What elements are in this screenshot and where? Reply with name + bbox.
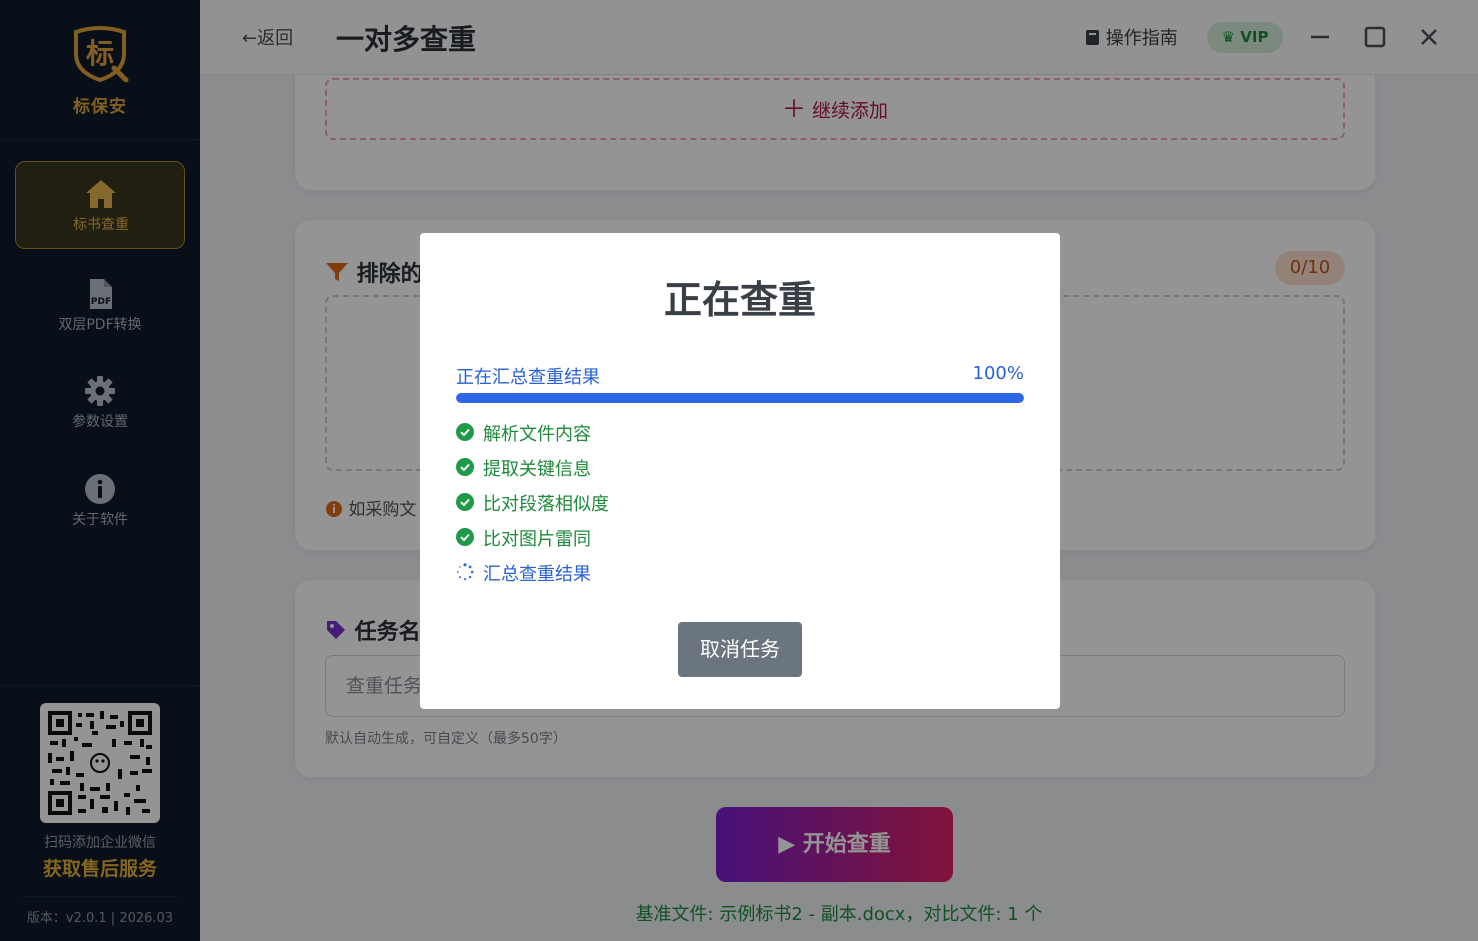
check-circle-icon xyxy=(456,423,474,441)
check-circle-icon xyxy=(456,528,474,546)
step-label: 比对图片雷同 xyxy=(483,529,591,550)
progress-percent: 100% xyxy=(972,363,1024,384)
progress-label: 正在汇总查重结果 xyxy=(456,367,600,388)
step-label: 比对段落相似度 xyxy=(483,494,609,515)
step-label: 解析文件内容 xyxy=(483,424,591,445)
step-label: 提取关键信息 xyxy=(483,459,591,480)
progress-modal: 正在查重 正在汇总查重结果 100% 解析文件内容 提取关键信息 比对段落相似度… xyxy=(420,233,1060,709)
progress-bar-fill xyxy=(456,393,1024,403)
modal-title: 正在查重 xyxy=(663,278,816,322)
loading-spinner-icon xyxy=(456,563,474,581)
check-circle-icon xyxy=(456,458,474,476)
check-circle-icon xyxy=(456,493,474,511)
step-label: 汇总查重结果 xyxy=(483,564,591,585)
cancel-task-button[interactable]: 取消任务 xyxy=(678,622,802,677)
progress-bar xyxy=(456,393,1024,403)
